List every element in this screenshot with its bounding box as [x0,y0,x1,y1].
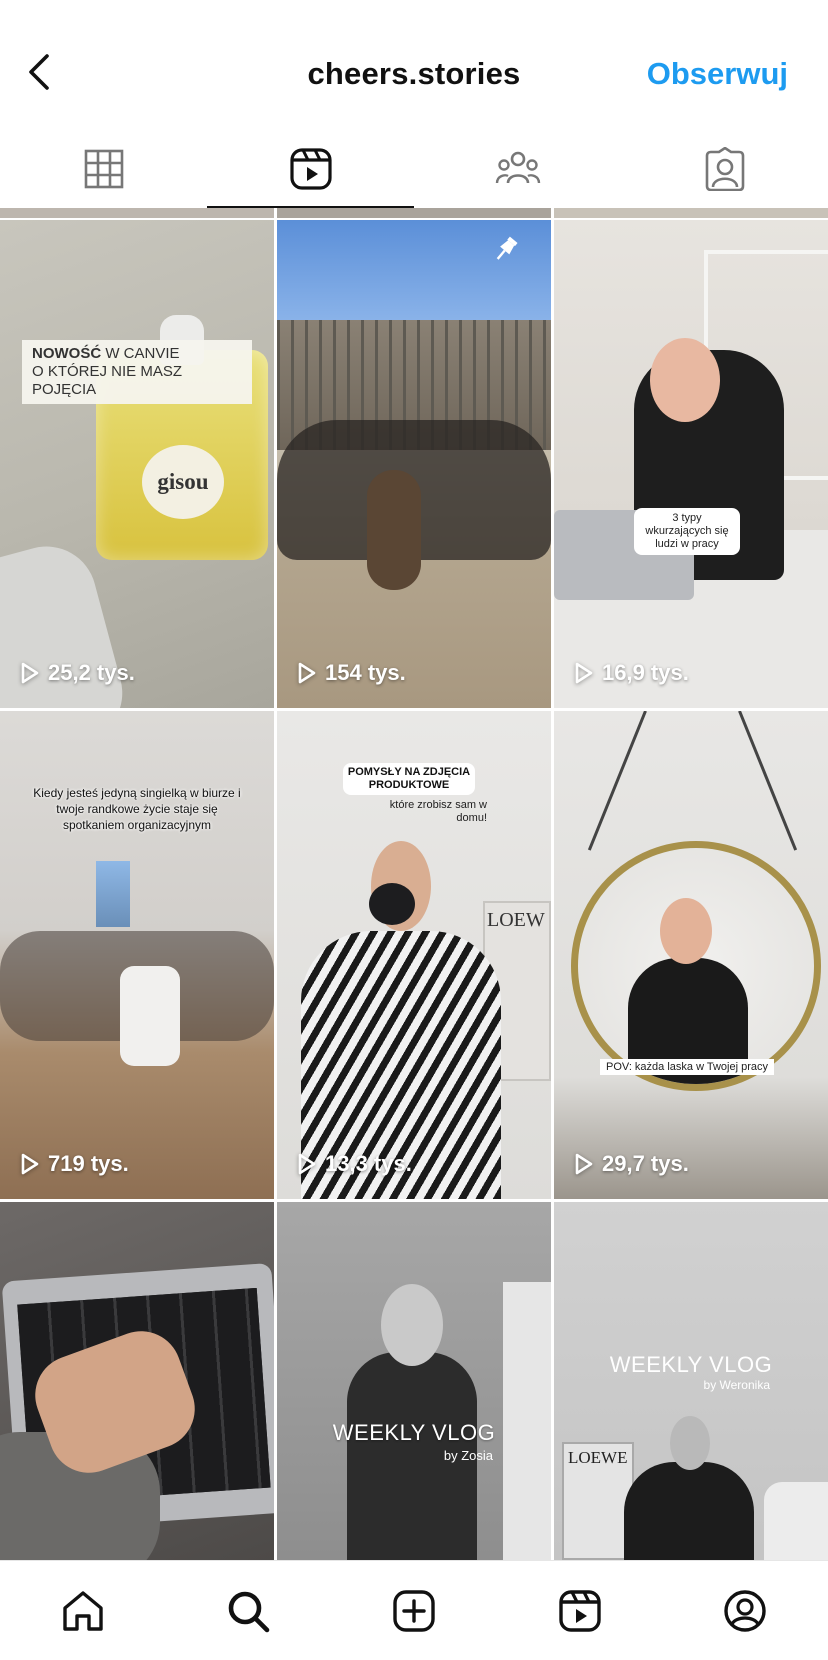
reel-caption: NOWOŚĆ W CANVIE O KTÓREJ NIE MASZ POJĘCI… [22,340,252,404]
view-count: 154 tys. [297,660,406,686]
play-icon [21,662,39,684]
grid-icon [84,149,123,189]
reel-tile[interactable]: gisou NOWOŚĆ W CANVIE O KTÓREJ NIE MASZ … [0,220,274,708]
reel-tile[interactable]: 3 typy wkurzających się ludzi w pracy 16… [554,220,828,708]
view-count-label: 13,3 tys. [325,1151,412,1176]
caption-bold: NOWOŚĆ [32,345,102,362]
create-icon [393,1590,435,1632]
bottom-navigation [0,1560,828,1660]
caption-part: W CANVIE [105,345,180,362]
product-label: gisou [142,445,224,519]
play-icon [298,662,316,684]
follow-button[interactable]: Obserwuj [647,56,788,92]
tab-posts[interactable] [0,130,207,208]
view-count: 29,7 tys. [574,1151,689,1177]
person-shape [624,1462,754,1560]
face-shape [381,1284,443,1366]
overlay-title: WEEKLY VLOG [332,1420,496,1445]
play-icon [298,1153,316,1175]
nav-search[interactable] [166,1561,332,1660]
face-shape [670,1416,710,1470]
play-icon [575,1153,593,1175]
chain-shape [738,711,798,851]
reels-icon [289,148,332,190]
poster-label: LOEW [487,909,545,931]
reels-icon [558,1590,601,1632]
previous-row-edge [554,208,828,218]
people-icon [495,151,540,184]
dog-shape [367,470,421,590]
projection-shape [96,861,130,927]
view-count: 16,9 tys. [574,660,689,686]
reel-caption-title: POMYSŁY NA ZDJĘCIA PRODUKTOWE [343,763,475,795]
nav-profile[interactable] [662,1561,828,1660]
play-icon [575,662,593,684]
reel-tile[interactable]: WEEKLY VLOG by Zosia [277,1202,551,1560]
previous-row-edge [277,208,551,218]
search-icon [229,1591,270,1633]
previous-row-edge [0,208,274,218]
pin-icon [496,236,518,260]
overlay-subtitle: by Weronika [703,1378,770,1392]
profile-icon [724,1590,766,1632]
reel-tile[interactable]: 154 tys. [277,220,551,708]
reel-caption: Kiedy jesteś jedyną singielką w biurze i… [33,786,241,832]
reel-tile[interactable]: Kiedy jesteś jedyną singielką w biurze i… [0,711,274,1199]
face-shape [660,898,712,964]
view-count: 719 tys. [20,1151,129,1177]
reel-tile[interactable]: LOEWE WEEKLY VLOG by Weronika [554,1202,828,1560]
reel-tile[interactable]: LOEW POMYSŁY NA ZDJĘCIA PRODUKTOWE które… [277,711,551,1199]
view-count: 13,3 tys. [297,1151,412,1177]
nav-create[interactable] [331,1561,497,1660]
view-count-label: 25,2 tys. [48,660,135,685]
profile-tabs [0,130,828,208]
caption-part: O KTÓREJ NIE MASZ POJĘCIA [32,363,183,398]
reel-caption: 3 typy wkurzających się ludzi w pracy [634,508,740,555]
top-bar: cheers.stories Obserwuj [0,0,828,120]
view-count-label: 154 tys. [325,660,406,685]
tab-tagged[interactable] [621,130,828,208]
view-count: 25,2 tys. [20,660,135,686]
reel-caption: POV: każda laska w Twojej pracy [600,1059,775,1075]
view-count-label: 719 tys. [48,1151,129,1176]
view-count-label: 16,9 tys. [602,660,689,685]
reels-grid: gisou NOWOŚĆ W CANVIE O KTÓREJ NIE MASZ … [0,208,828,1560]
nav-home[interactable] [0,1561,166,1660]
home-icon [63,1591,103,1631]
face-shape [650,338,720,422]
poster-label: LOEWE [568,1448,628,1467]
tab-reels[interactable] [207,130,414,208]
mirror-shape [571,841,821,1091]
nav-reels[interactable] [497,1561,663,1660]
sofa-shape [764,1482,828,1560]
overlay-title: WEEKLY VLOG [609,1352,773,1377]
tab-collabs[interactable] [414,130,621,208]
view-count-label: 29,7 tys. [602,1151,689,1176]
overlay-subtitle: by Zosia [443,1448,493,1463]
reel-tile[interactable] [0,1202,274,1560]
reel-caption-sub: które zrobisz sam w domu! [389,799,487,824]
chair-shape [120,966,180,1066]
tagged-icon [705,147,744,191]
camera-shape [369,883,415,925]
chain-shape [587,711,647,851]
reel-tile[interactable]: POV: każda laska w Twojej pracy 29,7 tys… [554,711,828,1199]
play-icon [21,1153,39,1175]
